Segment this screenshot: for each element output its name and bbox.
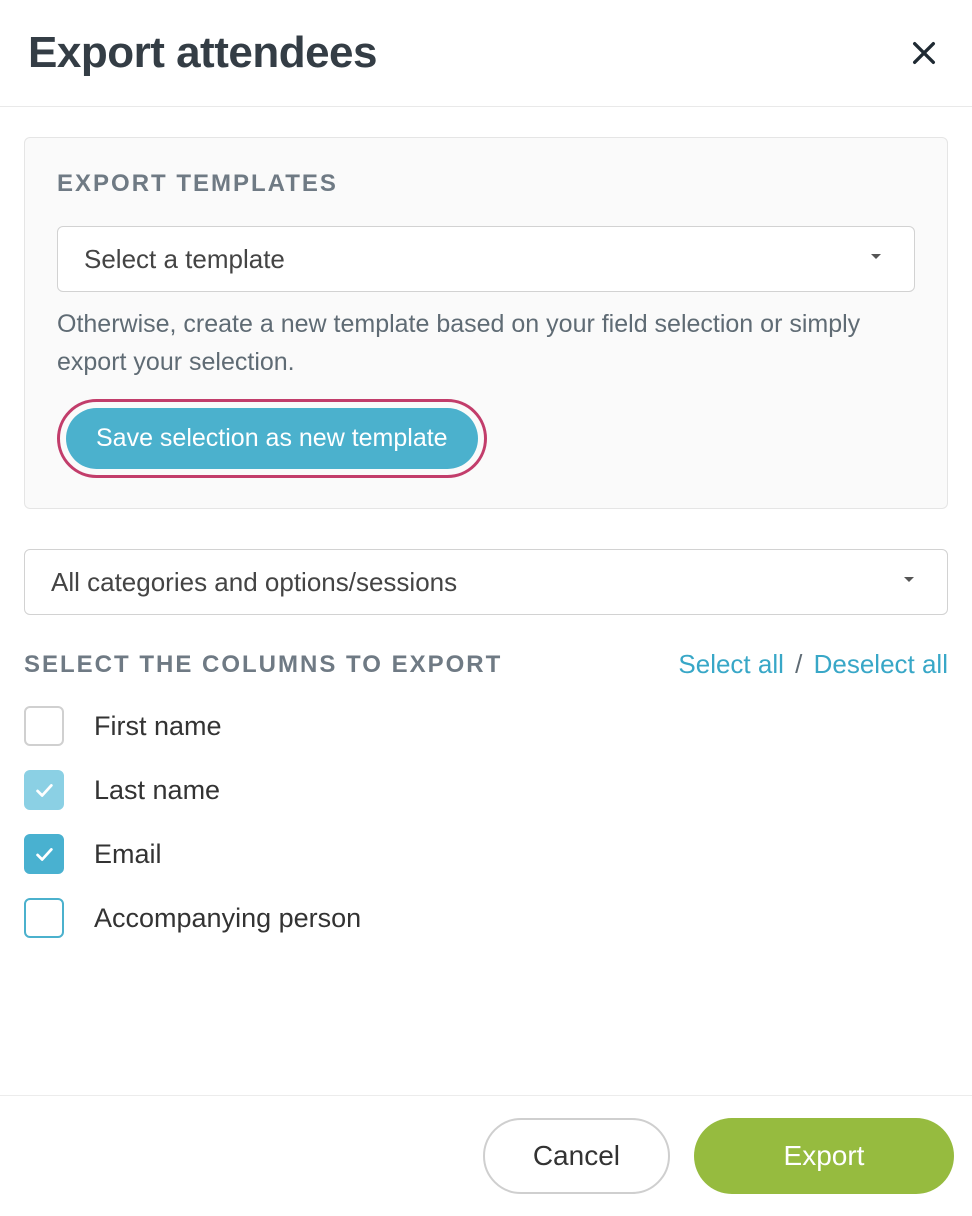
columns-header: SELECT THE COLUMNS TO EXPORT Select all … xyxy=(24,649,948,680)
save-template-button[interactable]: Save selection as new template xyxy=(66,408,478,469)
column-row-accompanying-person[interactable]: Accompanying person xyxy=(24,898,948,938)
modal-header: Export attendees xyxy=(0,0,972,107)
category-select[interactable]: All categories and options/sessions xyxy=(24,549,948,615)
cancel-button[interactable]: Cancel xyxy=(483,1118,670,1194)
export-templates-heading: EXPORT TEMPLATES xyxy=(57,170,915,198)
deselect-all-link[interactable]: Deselect all xyxy=(814,649,948,679)
select-all-link[interactable]: Select all xyxy=(678,649,784,679)
chevron-down-icon xyxy=(864,244,888,275)
save-template-highlight: Save selection as new template xyxy=(57,399,487,478)
modal-title: Export attendees xyxy=(28,28,377,78)
modal-body: EXPORT TEMPLATES Select a template Other… xyxy=(0,107,972,1095)
link-separator: / xyxy=(791,649,806,679)
template-select-value: Select a template xyxy=(84,244,285,275)
checkbox[interactable] xyxy=(24,898,64,938)
column-label: First name xyxy=(94,711,222,742)
columns-heading: SELECT THE COLUMNS TO EXPORT xyxy=(24,651,502,679)
export-attendees-modal: Export attendees EXPORT TEMPLATES Select… xyxy=(0,0,972,1216)
checkbox[interactable] xyxy=(24,770,64,810)
column-row-email[interactable]: Email xyxy=(24,834,948,874)
template-select[interactable]: Select a template xyxy=(57,226,915,292)
column-label: Accompanying person xyxy=(94,903,361,934)
columns-checklist: First name Last name Email Accompanying … xyxy=(24,706,948,938)
checkbox[interactable] xyxy=(24,706,64,746)
close-button[interactable] xyxy=(904,33,944,73)
select-links: Select all / Deselect all xyxy=(678,649,948,680)
close-icon xyxy=(908,57,940,72)
template-help-text: Otherwise, create a new template based o… xyxy=(57,306,915,381)
category-select-value: All categories and options/sessions xyxy=(51,567,457,598)
column-label: Last name xyxy=(94,775,220,806)
column-row-last-name[interactable]: Last name xyxy=(24,770,948,810)
checkbox[interactable] xyxy=(24,834,64,874)
modal-footer: Cancel Export xyxy=(0,1095,972,1216)
column-label: Email xyxy=(94,839,162,870)
chevron-down-icon xyxy=(897,567,921,598)
export-templates-panel: EXPORT TEMPLATES Select a template Other… xyxy=(24,137,948,509)
export-button[interactable]: Export xyxy=(694,1118,954,1194)
column-row-first-name[interactable]: First name xyxy=(24,706,948,746)
